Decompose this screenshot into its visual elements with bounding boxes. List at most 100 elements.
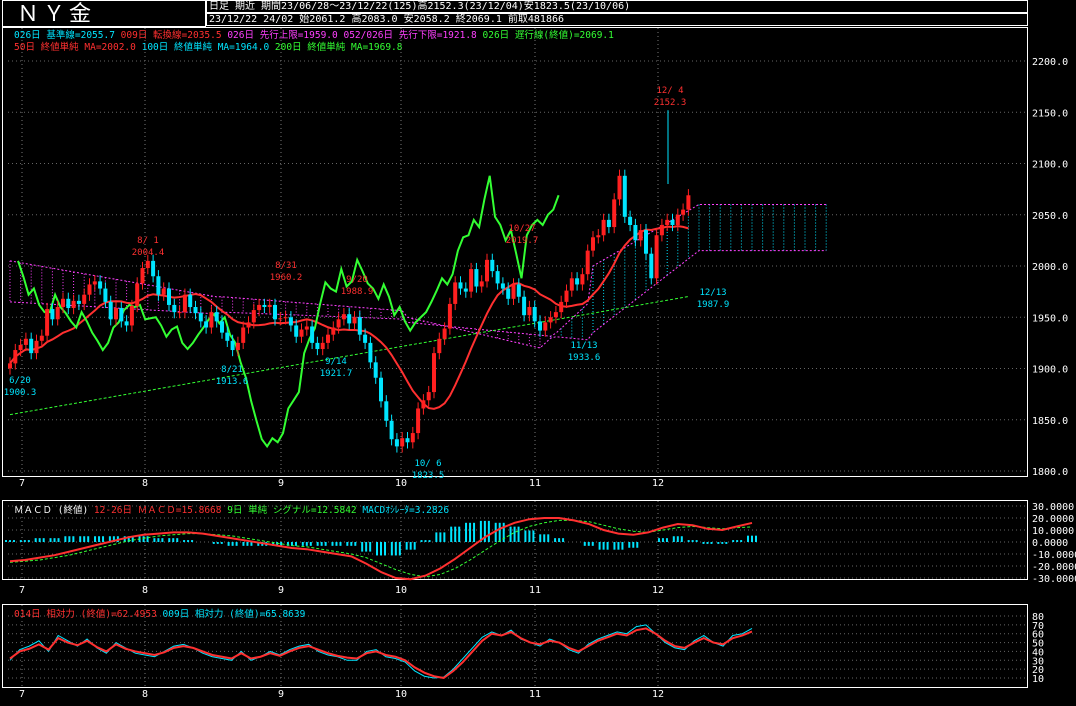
rsi-y-tick: 10 bbox=[1032, 674, 1044, 685]
candle-body bbox=[262, 304, 267, 307]
macd-x-tick: 7 bbox=[19, 585, 25, 596]
macd-x-tick: 12 bbox=[652, 585, 664, 596]
candle-body bbox=[193, 307, 198, 314]
candle-body bbox=[273, 304, 277, 320]
candle-body bbox=[299, 329, 304, 337]
candle-body bbox=[490, 259, 495, 272]
candle-body bbox=[633, 225, 638, 241]
candle-body bbox=[336, 319, 341, 328]
macd-y-tick: 0.0000 bbox=[1032, 538, 1068, 549]
candle-body bbox=[66, 298, 71, 309]
candle-body bbox=[596, 235, 601, 238]
candle-body bbox=[225, 332, 230, 341]
candle-body bbox=[506, 288, 511, 299]
macd-x-tick: 8 bbox=[142, 585, 148, 596]
candle-body bbox=[686, 195, 691, 210]
candle-body bbox=[363, 334, 368, 343]
macd-y-tick: 30.0000 bbox=[1032, 502, 1074, 513]
candle-body bbox=[474, 269, 479, 287]
rsi-x-tick: 8 bbox=[142, 689, 148, 700]
candle-body bbox=[331, 327, 336, 335]
rsi-x-tick: 7 bbox=[19, 689, 25, 700]
candle-body bbox=[500, 283, 505, 289]
candle-body bbox=[18, 344, 23, 351]
candle-body bbox=[257, 304, 262, 311]
candle-body bbox=[548, 317, 553, 323]
candle-body bbox=[665, 219, 670, 225]
candle-body bbox=[288, 317, 293, 326]
candle-body bbox=[601, 219, 606, 236]
price-x-tick: 11 bbox=[529, 478, 541, 489]
candle-body bbox=[644, 230, 648, 254]
candle-body bbox=[278, 318, 283, 320]
annotation-date: 8/ 1 bbox=[137, 236, 159, 246]
candle-body bbox=[485, 259, 489, 282]
candle-body bbox=[538, 321, 542, 331]
candle-body bbox=[564, 290, 569, 302]
candle-body bbox=[426, 392, 431, 401]
annotation-date: 12/ 4 bbox=[656, 86, 683, 96]
candle-body bbox=[638, 230, 643, 241]
rsi14-line bbox=[9, 627, 753, 680]
candle-body bbox=[220, 321, 224, 333]
candle-body bbox=[368, 342, 373, 363]
candle-body bbox=[315, 342, 320, 350]
annotation-date: 6/20 bbox=[9, 376, 31, 386]
price-x-tick: 12 bbox=[652, 478, 664, 489]
candle-body bbox=[373, 362, 378, 378]
rsi-x-tick: 9 bbox=[278, 689, 284, 700]
candle-body bbox=[161, 288, 166, 295]
price-y-tick: 1900.0 bbox=[1032, 365, 1068, 376]
candle-body bbox=[39, 335, 44, 341]
candle-body bbox=[580, 274, 585, 285]
candle-body bbox=[394, 439, 399, 447]
candle-body bbox=[649, 253, 654, 279]
candle-body bbox=[119, 308, 124, 322]
price-y-tick: 2200.0 bbox=[1032, 57, 1068, 68]
candle-body bbox=[591, 237, 595, 251]
candle-body bbox=[156, 276, 161, 295]
price-x-tick: 10 bbox=[395, 478, 407, 489]
chart-canvas: 7 7 7 8 8 8 9 9 9 10 10 10 11 11 11 12 12 12 2200.0 2150.0 2… bbox=[4, 28, 1076, 700]
candle-body bbox=[114, 308, 118, 320]
candle-body bbox=[71, 300, 76, 309]
candle-body bbox=[61, 298, 65, 307]
candle-body bbox=[569, 278, 574, 291]
candle-body bbox=[45, 309, 50, 336]
price-y-tick: 2150.0 bbox=[1032, 108, 1068, 119]
annotation-date: 10/27 bbox=[508, 224, 535, 234]
candle-body bbox=[347, 314, 352, 324]
candle-body bbox=[516, 284, 521, 297]
candle-body bbox=[204, 321, 209, 328]
candle-body bbox=[606, 219, 611, 228]
candle-body bbox=[511, 284, 516, 299]
annotation-date: 11/13 bbox=[570, 341, 597, 351]
candle-body bbox=[34, 340, 39, 354]
price-y-tick: 1950.0 bbox=[1032, 313, 1068, 324]
macd-x-tick: 9 bbox=[278, 585, 284, 596]
candle-body bbox=[463, 288, 468, 292]
candle-body bbox=[135, 283, 140, 306]
candle-body bbox=[82, 294, 87, 304]
macd-y-tick: 20.0000 bbox=[1032, 514, 1074, 525]
candle-body bbox=[98, 281, 103, 289]
candle-body bbox=[108, 301, 113, 320]
candle-body bbox=[55, 307, 60, 320]
candle-body bbox=[379, 377, 383, 402]
candle-body bbox=[129, 305, 134, 326]
candle-body bbox=[421, 400, 426, 409]
candle-body bbox=[437, 338, 442, 354]
annotation-value: 1988.9 bbox=[341, 287, 374, 297]
rsi-x-tick: 11 bbox=[529, 689, 541, 700]
annotation-value: 1913.6 bbox=[216, 377, 249, 387]
candle-body bbox=[352, 317, 357, 324]
macd-x-tick: 11 bbox=[529, 585, 541, 596]
price-y-tick: 2000.0 bbox=[1032, 262, 1068, 273]
price-x-tick: 9 bbox=[278, 478, 284, 489]
candle-body bbox=[167, 288, 171, 305]
macd-x-tick: 10 bbox=[395, 585, 407, 596]
annotation-date: 12/13 bbox=[699, 288, 726, 298]
candle-body bbox=[405, 438, 410, 443]
rsi-x-tick: 12 bbox=[652, 689, 664, 700]
price-y-tick: 2050.0 bbox=[1032, 211, 1068, 222]
